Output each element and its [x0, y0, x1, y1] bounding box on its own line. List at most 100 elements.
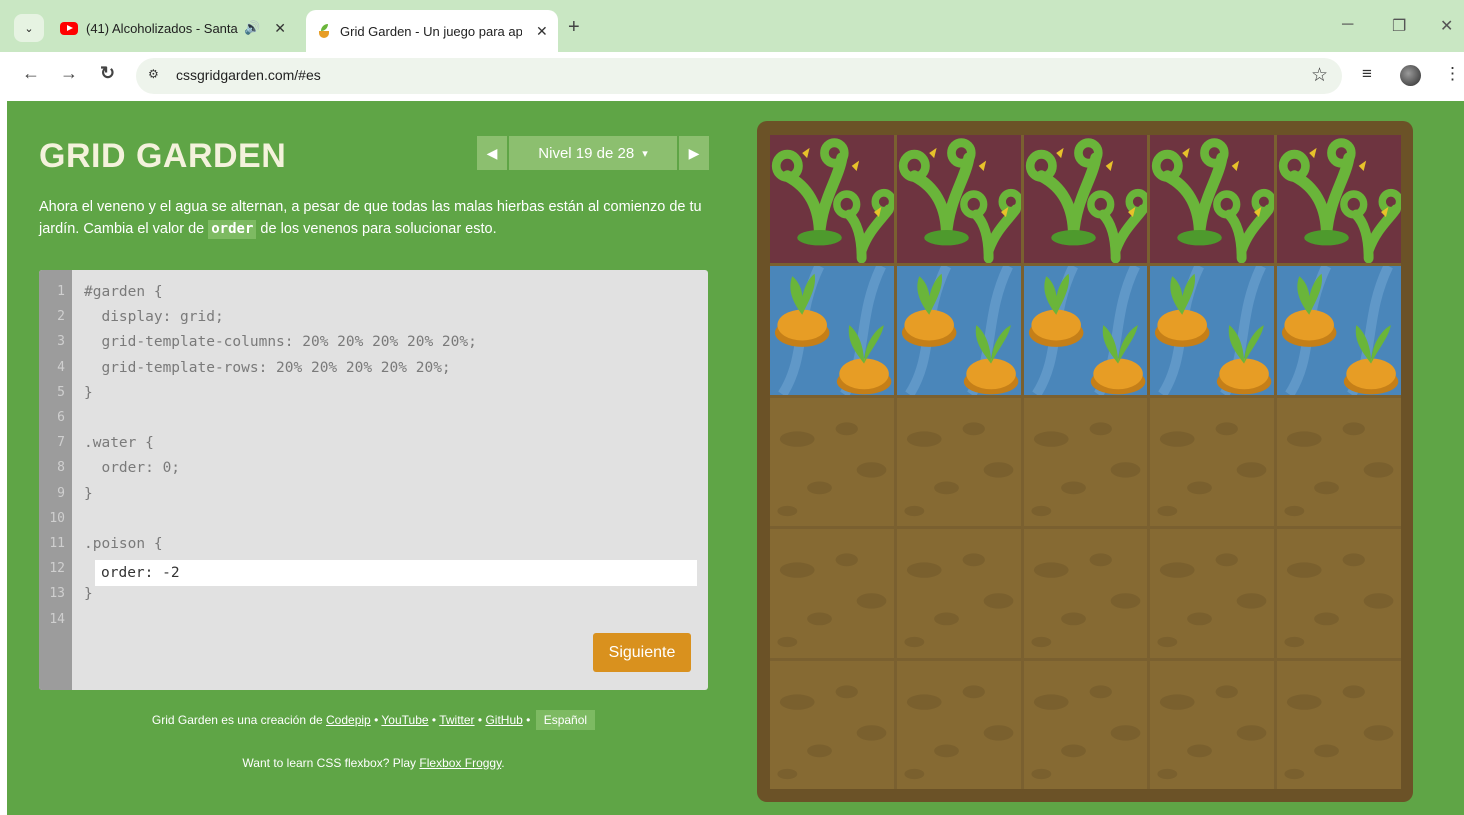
dirt-texture — [897, 529, 1021, 657]
weed-icon — [1024, 135, 1148, 264]
chevron-down-icon: ⌄ — [24, 22, 34, 35]
youtube-link[interactable]: YouTube — [381, 713, 428, 727]
weed-icon — [897, 135, 1021, 264]
speaker-icon[interactable]: 🔊 — [244, 20, 260, 36]
close-icon[interactable]: ✕ — [536, 23, 548, 40]
dirt-texture — [1024, 661, 1148, 789]
poison-cell — [1023, 135, 1148, 264]
new-tab-button[interactable]: + — [568, 16, 580, 39]
dirt-cell — [1023, 529, 1148, 658]
line-number: 12 — [49, 561, 65, 577]
bookmark-star-icon[interactable]: ☆ — [1311, 64, 1328, 87]
level-label: Nivel 19 de 28 — [538, 144, 635, 162]
dirt-texture — [1024, 529, 1148, 657]
promo-punctuation: . — [501, 756, 505, 770]
water-cell — [1023, 266, 1148, 395]
github-link[interactable]: GitHub — [485, 713, 522, 727]
footer-credits: Grid Garden es una creación de Codepip •… — [39, 710, 708, 730]
dirt-cell — [770, 529, 894, 658]
dirt-texture — [1024, 398, 1148, 526]
dirt-texture — [1150, 661, 1274, 789]
separator: • — [477, 713, 483, 727]
sprout-icon — [316, 23, 332, 39]
code-line: #garden { — [84, 284, 163, 300]
dirt-texture — [1150, 529, 1274, 657]
water-cell — [1277, 266, 1401, 395]
language-selector[interactable]: Español — [535, 710, 596, 730]
credit-text: Grid Garden es una creación de — [151, 713, 323, 727]
tab-youtube[interactable]: (41) Alcoholizados - Santa C 🔊 ✕ — [52, 10, 300, 46]
separator: • — [526, 713, 531, 727]
dirt-cell — [1277, 660, 1401, 789]
prev-level-button[interactable]: ◀ — [477, 136, 507, 170]
dirt-cell — [896, 397, 1021, 527]
line-number: 11 — [49, 536, 65, 551]
dirt-cell — [770, 397, 894, 527]
line-number: 9 — [57, 485, 65, 501]
code-input[interactable] — [95, 560, 697, 586]
media-control-icon[interactable]: ≡ — [1362, 64, 1372, 84]
close-window-icon[interactable]: ✕ — [1440, 16, 1453, 36]
carrot-icon — [897, 266, 1021, 395]
dirt-texture — [770, 661, 894, 789]
code-line: grid-template-rows: 20% 20% 20% 20% 20%; — [84, 359, 451, 376]
youtube-icon — [60, 21, 78, 35]
carrot-icon — [1024, 266, 1148, 395]
minimize-icon[interactable]: ─ — [1342, 16, 1353, 34]
poison-cell — [770, 135, 894, 264]
separator: • — [374, 713, 379, 727]
code-line: } — [84, 586, 93, 603]
address-bar[interactable]: ⚙ cssgridgarden.com/#es ☆ — [136, 58, 1342, 94]
line-number: 1 — [57, 284, 65, 299]
level-selector[interactable]: Nivel 19 de 28 ▾ — [509, 136, 677, 170]
codepip-link[interactable]: Codepip — [326, 713, 371, 727]
tab-title: Grid Garden - Un juego para ap — [340, 23, 522, 39]
promo-text: Want to learn CSS flexbox? Play — [242, 756, 417, 770]
code-line: grid-template-columns: 20% 20% 20% 20% 2… — [84, 334, 477, 351]
twitter-link[interactable]: Twitter — [439, 713, 474, 727]
profile-avatar[interactable] — [1400, 65, 1421, 86]
line-number: 3 — [57, 334, 65, 350]
dirt-texture — [1277, 661, 1401, 789]
next-button[interactable]: Siguiente — [593, 633, 691, 672]
reload-icon[interactable]: ↻ — [100, 63, 115, 84]
footer-promo: Want to learn CSS flexbox? Play Flexbox … — [39, 756, 708, 770]
water-cell — [896, 266, 1021, 395]
caret-down-icon: ▾ — [642, 147, 648, 160]
dirt-texture — [770, 529, 894, 657]
dirt-cell — [896, 529, 1021, 658]
line-number-gutter — [39, 270, 72, 690]
dirt-cell — [1150, 660, 1275, 789]
flexbox-froggy-link[interactable]: Flexbox Froggy — [419, 756, 501, 770]
line-number: 5 — [57, 384, 65, 400]
restore-icon[interactable]: ❐ — [1392, 16, 1406, 36]
url-text[interactable]: cssgridgarden.com/#es — [176, 67, 321, 83]
water-cell — [770, 266, 894, 395]
next-level-button[interactable]: ▶ — [679, 136, 709, 170]
tab-search-button[interactable]: ⌄ — [14, 14, 44, 42]
site-info-icon[interactable]: ⚙ — [148, 67, 159, 81]
arrow-left-icon: ◀ — [486, 144, 498, 161]
line-number: 7 — [57, 435, 65, 451]
browser-tab-bar: ⌄ (41) Alcoholizados - Santa C 🔊 ✕ Grid … — [0, 0, 1464, 52]
back-arrow-icon[interactable]: ← — [22, 63, 40, 84]
forward-arrow-icon[interactable]: → — [60, 63, 78, 84]
code-keyword: order — [208, 220, 257, 239]
dirt-texture — [1277, 529, 1401, 657]
instructions-text: de los venenos para solucionar esto. — [256, 221, 497, 237]
carrot-icon — [1277, 266, 1401, 395]
dirt-cell — [1023, 397, 1148, 527]
dirt-texture — [1150, 398, 1274, 526]
line-number: 4 — [57, 359, 65, 375]
menu-kebab-icon[interactable]: ⋮ — [1444, 64, 1461, 84]
close-icon[interactable]: ✕ — [274, 20, 286, 37]
dirt-cell — [770, 660, 894, 789]
dirt-texture — [770, 398, 894, 526]
line-number: 2 — [57, 309, 65, 325]
dirt-cell — [1277, 397, 1401, 527]
poison-cell — [1277, 135, 1401, 264]
dirt-cell — [896, 660, 1021, 789]
tab-title: (41) Alcoholizados - Santa C — [86, 20, 238, 36]
dirt-cell — [1023, 660, 1148, 789]
tab-grid-garden[interactable]: Grid Garden - Un juego para ap ✕ — [306, 10, 558, 52]
